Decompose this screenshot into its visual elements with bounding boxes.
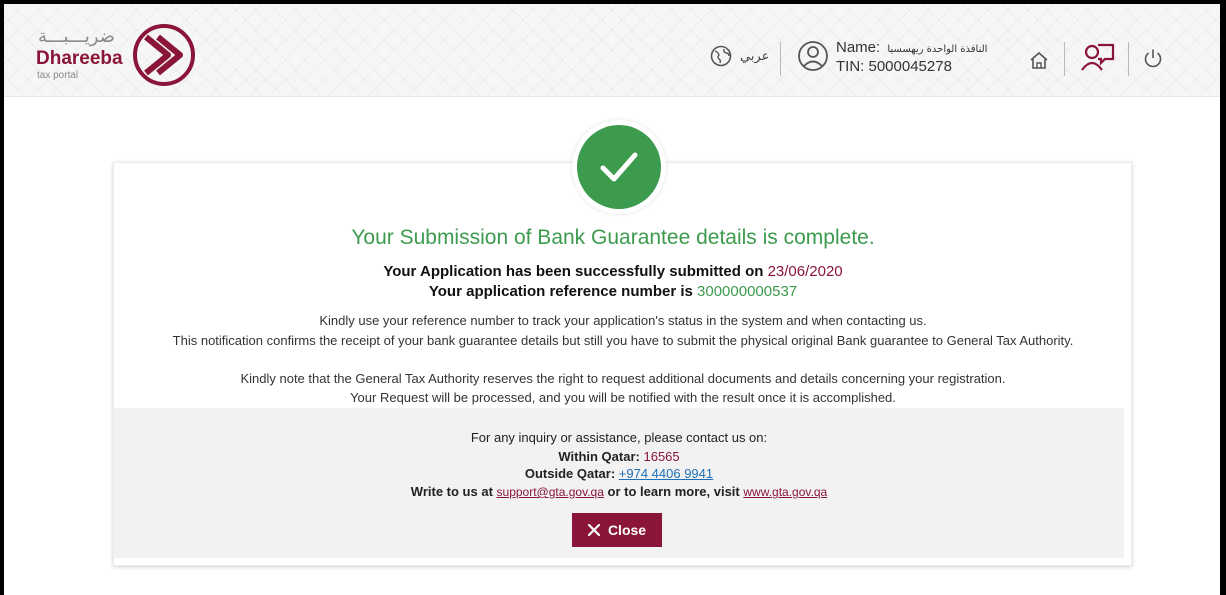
switch-profile-icon[interactable] xyxy=(1079,37,1119,77)
message-additional-documents: Kindly note that the General Tax Authori… xyxy=(240,371,1006,386)
message-track: Kindly use your reference number to trac… xyxy=(319,313,927,328)
reference-label: Your application reference number is xyxy=(428,283,693,300)
within-qatar-number: 16565 xyxy=(643,449,680,464)
confirmation-title: Your Submission of Bank Guarantee detail… xyxy=(351,226,875,249)
user-name-label: Name: xyxy=(836,39,881,56)
reference-line: Your application reference number is 300… xyxy=(0,283,1226,300)
divider xyxy=(1128,42,1129,76)
outside-qatar-label: Outside Qatar: xyxy=(524,466,616,481)
checkmark-icon xyxy=(600,152,638,182)
close-button[interactable]: Close xyxy=(572,513,662,547)
close-button-label: Close xyxy=(607,522,647,538)
within-qatar-label: Within Qatar: xyxy=(558,449,640,464)
user-name-value: النافذة الواحدة ريهسسيا xyxy=(887,44,988,55)
logo-arabic-text: ضريـــبـــة xyxy=(38,26,115,47)
write-label: Write to us at xyxy=(410,484,493,499)
user-tin: TIN: 5000045278 xyxy=(836,58,952,75)
header: ضريـــبـــة Dhareeba tax portal عربي Nam… xyxy=(4,4,1220,97)
logo-subtitle: tax portal xyxy=(37,70,79,81)
submission-date-line: Your Application has been successfully s… xyxy=(0,263,1226,280)
reference-number: 300000000537 xyxy=(697,283,798,300)
user-icon[interactable] xyxy=(797,40,829,72)
home-icon[interactable] xyxy=(1028,49,1050,71)
message-processing: Your Request will be processed, and you … xyxy=(350,390,896,405)
contact-heading: For any inquiry or assistance, please co… xyxy=(470,430,768,445)
divider xyxy=(780,42,781,76)
logo-text: Dhareeba xyxy=(36,48,123,69)
contact-outside-qatar: Outside Qatar: +974 4406 9941 xyxy=(114,466,1124,481)
success-badge xyxy=(572,120,666,214)
contact-write-line: Write to us at support@gta.gov.qa or to … xyxy=(114,484,1124,499)
submission-date-label: Your Application has been successfully s… xyxy=(383,263,764,280)
message-physical-guarantee: This notification confirms the receipt o… xyxy=(172,333,1074,348)
user-name: Name: النافذة الواحدة ريهسسيا xyxy=(836,39,987,56)
submission-date: 23/06/2020 xyxy=(767,263,843,280)
learn-more-label: or to learn more, visit xyxy=(607,484,740,499)
power-icon[interactable] xyxy=(1142,47,1164,69)
website-link[interactable]: www.gta.gov.qa xyxy=(743,485,827,499)
contact-within-qatar: Within Qatar: 16565 xyxy=(114,449,1124,464)
outside-qatar-phone-link[interactable]: +974 4406 9941 xyxy=(619,466,713,481)
globe-icon[interactable] xyxy=(710,45,732,67)
language-switch[interactable]: عربي xyxy=(740,49,769,64)
divider xyxy=(1064,42,1065,76)
logo-mark-icon[interactable] xyxy=(132,24,196,86)
email-link[interactable]: support@gta.gov.qa xyxy=(497,485,604,499)
close-icon xyxy=(587,524,600,536)
